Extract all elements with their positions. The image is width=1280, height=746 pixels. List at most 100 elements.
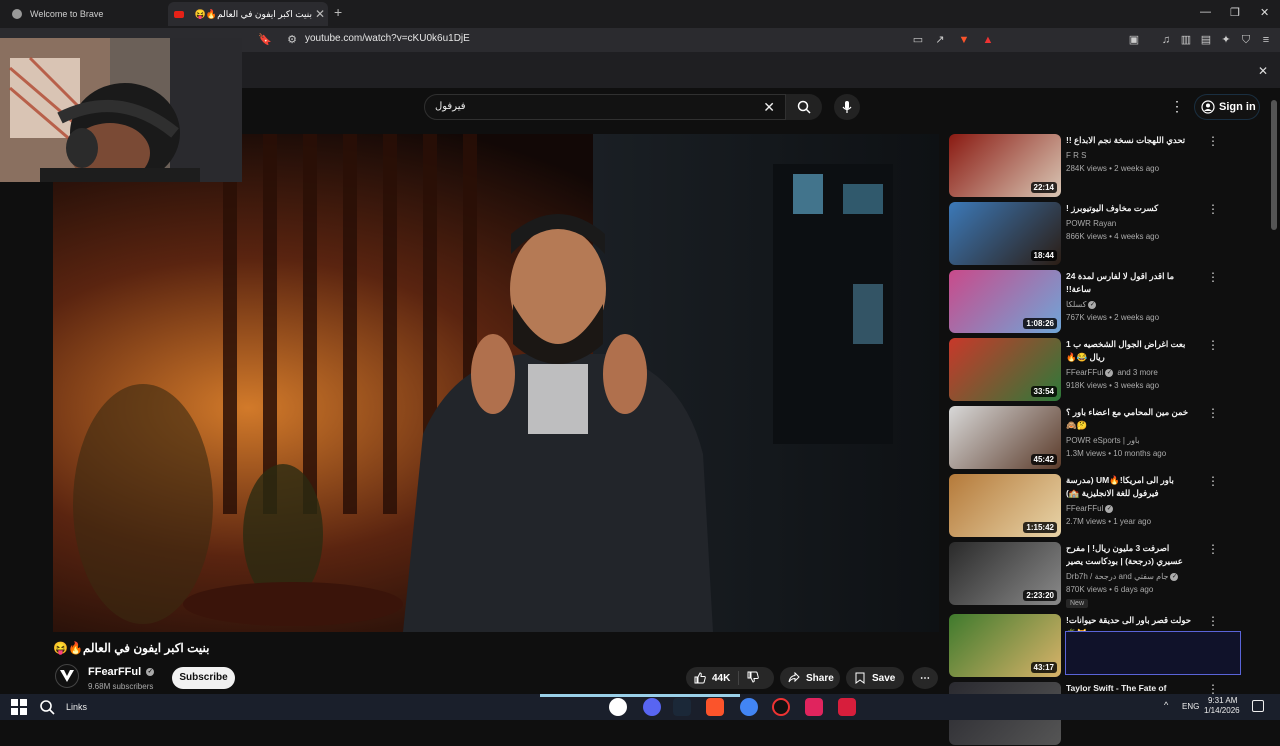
vivaldi-icon[interactable]: [838, 698, 856, 716]
video-thumbnail[interactable]: 1:15:42: [949, 474, 1061, 537]
sidebar-toggle-icon[interactable]: ▣: [1126, 32, 1142, 48]
subscribe-button[interactable]: Subscribe: [172, 667, 235, 689]
recommended-video[interactable]: 18:44 كسرت مخاوف اليوتيوبرز ! POWR Rayan 86…: [949, 202, 1229, 266]
channel-name[interactable]: POWR eSports | باور: [1066, 436, 1140, 445]
channel-name[interactable]: FFearFFul ✓: [88, 666, 155, 678]
video-thumbnail[interactable]: 22:14: [949, 134, 1061, 197]
video-thumbnail[interactable]: 18:44: [949, 202, 1061, 265]
vpn-icon[interactable]: ⛉: [1238, 32, 1254, 48]
recommended-video[interactable]: 1:08:26 ما اقدر اقول لا لفارس لمدة 24 ساع…: [949, 270, 1229, 334]
brave-globe-icon: [12, 9, 22, 19]
language-indicator[interactable]: ENG: [1182, 702, 1199, 711]
mini-ad-overlay[interactable]: [1065, 631, 1241, 675]
brave-rewards-icon[interactable]: ▲: [980, 32, 996, 48]
video-thumbnail[interactable]: 45:42: [949, 406, 1061, 469]
more-options-icon[interactable]: ⋮: [1207, 134, 1219, 148]
video-thumbnail[interactable]: 1:08:26: [949, 270, 1061, 333]
recommended-video[interactable]: 1:15:42 باور الى امريكا!🔥UM (مدرسة فيرفول…: [949, 474, 1229, 538]
chevron-up-icon[interactable]: ^: [1164, 700, 1168, 710]
search-button[interactable]: [786, 94, 822, 120]
search-input[interactable]: فيرفول: [435, 101, 466, 112]
channel-name[interactable]: FFearFFul ✓ and 3 more: [1066, 368, 1158, 377]
video-thumbnail[interactable]: 43:17: [949, 614, 1061, 677]
video-title[interactable]: اصرفت 3 مليون ريال! | مفرح عسيري (درجحة)…: [1066, 542, 1196, 568]
leo-ai-icon[interactable]: ✦: [1218, 32, 1234, 48]
recommended-video[interactable]: 45:42 خمن مين المحامي مع اعضاء باور ؟ 🤔🙈 P…: [949, 406, 1229, 470]
channel-label: FFearFFul: [1066, 504, 1104, 513]
sign-in-button[interactable]: Sign in: [1194, 94, 1260, 120]
url-field[interactable]: youtube.com/watch?v=cKU0k6u1DjE: [305, 33, 470, 44]
video-thumbnail[interactable]: 33:54: [949, 338, 1061, 401]
dislike-button[interactable]: [739, 671, 767, 686]
more-options-icon[interactable]: ⋮: [1207, 406, 1219, 420]
recommended-video[interactable]: 2:23:20 اصرفت 3 مليون ريال! | مفرح عسيري …: [949, 542, 1229, 608]
channel-name[interactable]: FFearFFul ✓: [1066, 504, 1114, 513]
notifications-icon[interactable]: [1252, 700, 1264, 712]
save-icon: [855, 672, 865, 684]
wallet-icon[interactable]: ▤: [1198, 32, 1214, 48]
channel-name[interactable]: POWR Rayan: [1066, 219, 1116, 228]
channel-name[interactable]: كسلكا ✓: [1066, 300, 1097, 309]
share-page-icon[interactable]: ↗: [932, 32, 948, 48]
scrollbar[interactable]: [1271, 100, 1277, 230]
video-title[interactable]: ما اقدر اقول لا لفارس لمدة 24 ساعة!!: [1066, 270, 1196, 296]
close-tab-icon[interactable]: ✕: [312, 7, 328, 21]
channel-avatar[interactable]: [55, 664, 79, 688]
save-button[interactable]: Save: [846, 667, 904, 689]
more-options-icon[interactable]: ⋮: [1207, 202, 1219, 216]
more-actions-button[interactable]: ⋯: [912, 667, 938, 689]
more-options-icon[interactable]: ⋮: [1207, 270, 1219, 284]
steam-icon[interactable]: [673, 698, 691, 716]
voice-search-button[interactable]: [834, 94, 860, 120]
video-title[interactable]: تحدي اللهجات نسخة نجم الابداع !!: [1066, 134, 1196, 147]
clock-date[interactable]: 1/14/2026: [1204, 706, 1240, 715]
tab-welcome[interactable]: Welcome to Brave: [4, 2, 164, 26]
video-thumbnail[interactable]: 2:23:20: [949, 542, 1061, 605]
windows-start-icon[interactable]: [10, 698, 28, 716]
search-icon: [797, 100, 811, 114]
links-toolbar-label[interactable]: Links: [66, 702, 87, 712]
discord-icon[interactable]: [643, 698, 661, 716]
more-options-icon[interactable]: ⋮: [1207, 542, 1219, 556]
restore-button[interactable]: ❐: [1230, 6, 1240, 19]
reading-list-icon[interactable]: ▥: [1178, 32, 1194, 48]
share-button[interactable]: Share: [780, 667, 840, 689]
chrome-icon[interactable]: [609, 698, 627, 716]
brave-shield-icon[interactable]: ▼: [956, 32, 972, 48]
cast-icon[interactable]: ▭: [910, 32, 926, 48]
clock-time[interactable]: 9:31 AM: [1208, 696, 1237, 705]
channel-name[interactable]: Drb7h / درجحة and جام سفتي ✓: [1066, 572, 1179, 581]
menu-icon[interactable]: ≡: [1258, 32, 1274, 48]
video-title[interactable]: كسرت مخاوف اليوتيوبرز !: [1066, 202, 1196, 215]
recommended-video[interactable]: 33:54 بعت اغراض الجوال الشخصيه ب 1 ريال 😂…: [949, 338, 1229, 402]
youtube-icon: [174, 10, 184, 18]
brave-icon[interactable]: [706, 698, 724, 716]
new-tab-button[interactable]: +: [334, 4, 342, 20]
search-icon[interactable]: [38, 698, 56, 716]
more-options-icon[interactable]: ⋮: [1207, 338, 1219, 352]
more-options-icon[interactable]: ⋮: [1207, 474, 1219, 488]
video-title[interactable]: خمن مين المحامي مع اعضاء باور ؟ 🤔🙈: [1066, 406, 1196, 432]
chrome-profile-icon[interactable]: [740, 698, 758, 716]
video-player[interactable]: [53, 134, 939, 632]
minimize-button[interactable]: —: [1200, 6, 1211, 18]
clear-search-icon[interactable]: ✕: [763, 99, 775, 116]
more-options-icon[interactable]: ⋮: [1207, 614, 1219, 628]
channel-name[interactable]: F R S: [1066, 151, 1086, 160]
close-icon[interactable]: ✕: [1258, 64, 1268, 78]
more-options-icon[interactable]: ⋮: [1170, 98, 1184, 115]
close-window-button[interactable]: ✕: [1260, 6, 1269, 19]
recommended-video[interactable]: 22:14 تحدي اللهجات نسخة نجم الابداع !! F R…: [949, 134, 1229, 198]
share-icon: [788, 672, 800, 683]
subscriber-count: 9.68M subscribers: [88, 682, 154, 691]
media-icon[interactable]: ♫: [1158, 32, 1174, 48]
video-title[interactable]: باور الى امريكا!🔥UM (مدرسة فيرفول للغة ا…: [1066, 474, 1196, 500]
app-icon[interactable]: [805, 698, 823, 716]
site-info-icon[interactable]: ⚙: [284, 32, 300, 48]
search-box[interactable]: فيرفول ✕: [424, 94, 786, 120]
like-button[interactable]: 44K: [686, 671, 740, 685]
tab-youtube[interactable]: بنيت اكبر ايفون في العالم🔥😝 - ✕: [168, 2, 328, 26]
bookmark-icon[interactable]: 🔖: [257, 32, 273, 48]
video-title[interactable]: بعت اغراض الجوال الشخصيه ب 1 ريال 😂🔥: [1066, 338, 1196, 364]
obs-icon[interactable]: [772, 698, 790, 716]
